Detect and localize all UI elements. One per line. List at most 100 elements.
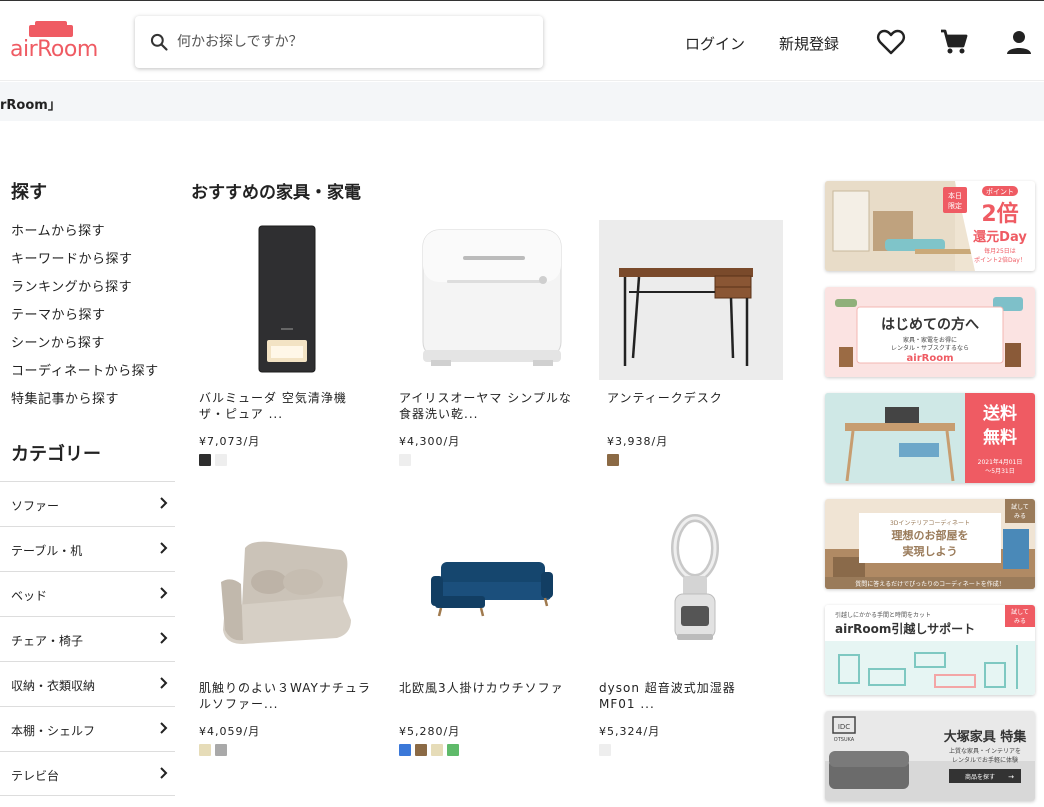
banner5-badge-2: みる <box>1014 618 1026 625</box>
product-image[interactable] <box>191 510 375 670</box>
category-item-chair[interactable]: チェア・椅子 <box>0 616 175 661</box>
chevron-right-icon <box>160 722 168 734</box>
color-swatches <box>199 744 227 756</box>
product-card[interactable]: 肌触りのよい３WAYナチュラルソファー... ¥4,059/月 <box>191 510 375 760</box>
banner-point-day[interactable]: 本日 限定 ポイント 2倍 還元Day 毎月25日は ポイント2倍Day！ <box>825 181 1035 271</box>
product-card[interactable]: アンティークデスク ¥3,938/月 <box>599 220 783 470</box>
color-swatch[interactable] <box>431 744 443 756</box>
color-swatch[interactable] <box>199 744 211 756</box>
explore-theme-link[interactable]: テーマから探す <box>11 304 106 323</box>
color-swatches <box>399 454 411 466</box>
banner1-sub: ポイント <box>986 188 1014 196</box>
logo-text: airRoom <box>10 37 98 62</box>
banner1-main: 2倍 <box>981 201 1018 227</box>
search-box[interactable] <box>135 16 543 68</box>
explore-ranking-link[interactable]: ランキングから探す <box>11 276 132 295</box>
category-label: テーブル・机 <box>11 544 83 558</box>
product-price: ¥5,280/月 <box>399 725 461 738</box>
category-item-shelf[interactable]: 本棚・シェルフ <box>0 706 175 751</box>
cart-icon[interactable] <box>939 27 969 57</box>
color-swatch[interactable] <box>415 744 427 756</box>
category-item-sofa[interactable]: ソファー <box>0 481 175 526</box>
breadcrumb-text: rRoom」 <box>0 98 61 113</box>
banner6-sub-2: レンタルでお手軽に体験 <box>952 756 1018 764</box>
product-image[interactable] <box>191 220 375 380</box>
product-name[interactable]: dyson 超音波式加湿器 MF01 ... <box>599 680 775 712</box>
product-image[interactable] <box>591 510 775 670</box>
product-name[interactable]: 肌触りのよい３WAYナチュラルソファー... <box>199 680 375 712</box>
category-title: カテゴリー <box>11 444 101 465</box>
product-card[interactable]: 北欧風3人掛けカウチソファ ¥5,280/月 <box>391 510 575 760</box>
product-name[interactable]: バルミューダ 空気清浄機 ザ・ピュア ... <box>199 390 375 422</box>
product-price: ¥4,300/月 <box>399 435 461 448</box>
explore-title: 探す <box>11 182 47 203</box>
product-name[interactable]: 北欧風3人掛けカウチソファ <box>399 680 575 696</box>
banner6-cta[interactable]: 商品を探す <box>965 773 995 781</box>
chevron-right-icon <box>160 497 168 509</box>
color-swatch[interactable] <box>599 744 611 756</box>
banner4-title-1: 理想のお部屋を <box>892 528 969 542</box>
product-name[interactable]: アイリスオーヤマ シンプルな食器洗い乾... <box>399 390 575 422</box>
banner6-logo-sub: OTSUKA <box>834 737 855 743</box>
category-label: チェア・椅子 <box>11 634 84 648</box>
banner-otsuka-furniture[interactable]: IDC OTSUKA 大塚家具 特集 上質な家具・インテリアを レンタルでお手軽… <box>825 711 1035 801</box>
color-swatch[interactable] <box>215 454 227 466</box>
banner1-tail: 還元Day <box>973 229 1027 245</box>
search-input[interactable] <box>177 30 527 54</box>
explore-feature-link[interactable]: 特集記事から探す <box>11 388 119 407</box>
banner-moving-support[interactable]: 引越しにかかる手間と時間をカット airRoom引越しサポート 試して みる <box>825 605 1035 695</box>
product-card[interactable]: バルミューダ 空気清浄機 ザ・ピュア ... ¥7,073/月 <box>191 220 375 470</box>
user-icon[interactable] <box>1004 27 1034 57</box>
color-swatch[interactable] <box>399 454 411 466</box>
product-price: ¥3,938/月 <box>607 435 669 448</box>
banner-3d-coordinate[interactable]: 3Dインテリアコーディネート 理想のお部屋を 実現しよう 試して みる 質問に答… <box>825 499 1035 589</box>
banner6-title: 大塚家具 特集 <box>944 729 1028 745</box>
heart-icon[interactable] <box>876 27 906 57</box>
chevron-right-icon <box>160 632 168 644</box>
airroom-logo[interactable]: airRoom <box>10 19 102 63</box>
category-label: テレビ台 <box>11 769 60 783</box>
login-link[interactable]: ログイン <box>685 33 745 54</box>
signup-link[interactable]: 新規登録 <box>779 33 839 54</box>
product-name[interactable]: アンティークデスク <box>607 390 783 406</box>
banner3-note-2: 〜5月31日 <box>985 468 1014 475</box>
color-swatch[interactable] <box>447 744 459 756</box>
category-item-table[interactable]: テーブル・机 <box>0 526 175 571</box>
product-card[interactable]: dyson 超音波式加湿器 MF01 ... ¥5,324/月 <box>591 510 775 760</box>
color-swatches <box>399 744 459 756</box>
product-price: ¥4,059/月 <box>199 725 261 738</box>
banner-free-shipping[interactable]: 送料 無料 2021年4月01日 〜5月31日 <box>825 393 1035 483</box>
product-image[interactable] <box>599 220 783 380</box>
explore-scene-link[interactable]: シーンから探す <box>11 332 105 351</box>
category-item-bed[interactable]: ベッド <box>0 571 175 616</box>
search-icon[interactable] <box>149 32 169 52</box>
product-price: ¥5,324/月 <box>599 725 661 738</box>
banner6-logo: IDC <box>838 723 850 731</box>
color-swatch[interactable] <box>199 454 211 466</box>
banner2-sub-1: 家具・家電をお得に <box>903 336 957 344</box>
explore-home-link[interactable]: ホームから探す <box>11 220 105 239</box>
explore-keyword-link[interactable]: キーワードから探す <box>11 248 133 267</box>
chevron-right-icon <box>160 587 168 599</box>
breadcrumb: rRoom」 <box>0 82 1044 121</box>
banner2-title: はじめての方へ <box>881 316 979 333</box>
product-image[interactable] <box>391 510 575 670</box>
banner-first-time[interactable]: はじめての方へ 家具・家電をお得に レンタル・サブスクするなら airRoom <box>825 287 1035 377</box>
sofa-logo-icon <box>29 21 73 37</box>
banner1-note-2: ポイント2倍Day！ <box>974 256 1026 264</box>
product-card[interactable]: アイリスオーヤマ シンプルな食器洗い乾... ¥4,300/月 <box>391 220 575 470</box>
banner1-note-1: 毎月25日は <box>984 247 1016 255</box>
banner3-main-1: 送料 <box>983 403 1017 424</box>
banner1-badge-1: 本日 <box>948 191 962 200</box>
product-image[interactable] <box>391 220 575 380</box>
banner5-title: airRoom引越しサポート <box>835 621 975 636</box>
color-swatch[interactable] <box>399 744 411 756</box>
banner2-brand: airRoom <box>907 353 954 364</box>
category-label: ベッド <box>11 589 48 603</box>
category-item-tvstand[interactable]: テレビ台 <box>0 751 175 796</box>
explore-coordinate-link[interactable]: コーディネートから探す <box>11 360 159 379</box>
color-swatch[interactable] <box>607 454 619 466</box>
category-item-storage[interactable]: 収納・衣類収納 <box>0 661 175 706</box>
banner4-badge-2: みる <box>1014 513 1026 520</box>
color-swatch[interactable] <box>215 744 227 756</box>
